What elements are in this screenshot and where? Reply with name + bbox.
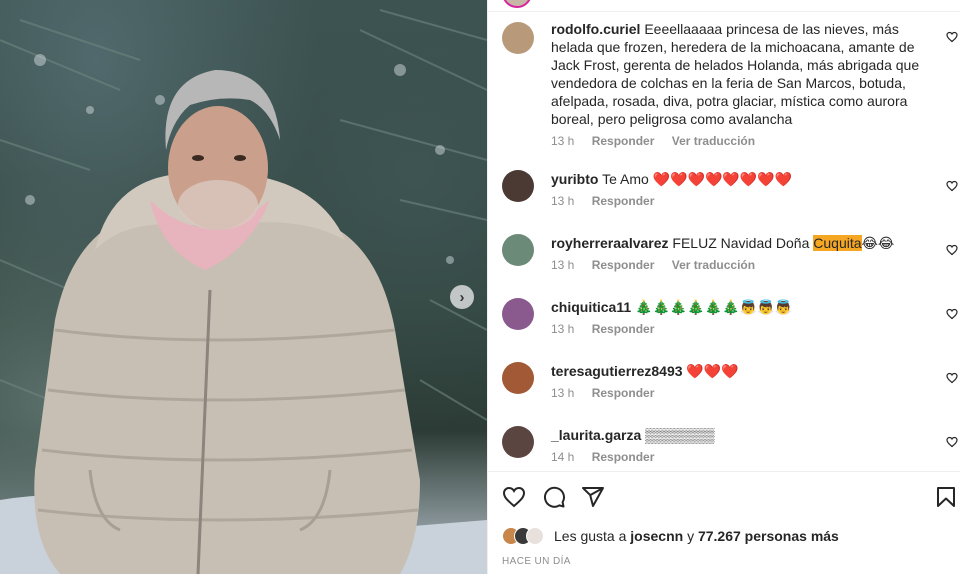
comment-username[interactable]: rodolfo.curiel xyxy=(551,21,640,37)
comment-text: Te Amo ❤️❤️❤️❤️❤️❤️❤️❤️ xyxy=(602,171,793,187)
heart-icon[interactable] xyxy=(946,372,958,384)
avatar[interactable] xyxy=(502,298,534,330)
comment-text-after: 😂😂 xyxy=(861,235,895,251)
chevron-right-icon: › xyxy=(459,288,465,306)
heart-icon[interactable] xyxy=(946,436,958,448)
avatar[interactable] xyxy=(502,426,534,458)
comment-text: ❤️❤️❤️ xyxy=(686,363,739,379)
avatar[interactable] xyxy=(502,22,534,54)
highlighted-text: Cuquita xyxy=(813,235,862,251)
avatar[interactable] xyxy=(502,234,534,266)
likes-summary[interactable]: Les gusta a josecnn y 77.267 personas má… xyxy=(502,524,839,548)
post-actions: Les gusta a josecnn y 77.267 personas má… xyxy=(488,471,960,574)
likes-count[interactable]: 77.267 personas más xyxy=(698,528,839,544)
comment-time: 13 h xyxy=(551,386,575,400)
comment-text: ▒▒▒▒▒▒▒ xyxy=(645,427,715,443)
avatar[interactable] xyxy=(502,362,534,394)
comment-body: royherreraalvarez FELUZ Navidad Doña Cuq… xyxy=(551,234,931,272)
heart-icon[interactable] xyxy=(946,180,958,192)
reply-button[interactable]: Responder xyxy=(592,386,655,400)
comment-username[interactable]: royherreraalvarez xyxy=(551,235,669,251)
liked-by-user[interactable]: josecnn xyxy=(630,528,683,544)
comment-body: rodolfo.curiel Eeeellaaaaa princesa de l… xyxy=(551,20,931,148)
comments-panel: rodolfo.curiel Eeeellaaaaa princesa de l… xyxy=(487,0,960,574)
heart-icon[interactable] xyxy=(946,308,958,320)
photo-illustration xyxy=(0,9,487,574)
comment-meta: 13 h Responder xyxy=(551,386,931,400)
comment-body: _laurita.garza ▒▒▒▒▒▒▒ 14 h Responder xyxy=(551,426,931,464)
comment-time: 13 h xyxy=(551,322,575,336)
reply-button[interactable]: Responder xyxy=(592,322,655,336)
comment-icon[interactable] xyxy=(542,485,566,509)
author-avatar[interactable] xyxy=(502,0,532,8)
translate-button[interactable]: Ver traducción xyxy=(672,134,755,148)
post-header-strip xyxy=(488,0,960,12)
avatar xyxy=(526,527,544,545)
comment-body: chiquitica11 🎄🎄🎄🎄🎄🎄👼👼👼 13 h Responder xyxy=(551,298,931,336)
heart-icon[interactable] xyxy=(502,485,526,509)
comment-meta: 13 h Responder xyxy=(551,322,931,336)
share-icon[interactable] xyxy=(581,485,605,509)
translate-button[interactable]: Ver traducción xyxy=(672,258,755,272)
heart-icon[interactable] xyxy=(946,31,958,43)
likes-text: Les gusta a josecnn y 77.267 personas má… xyxy=(554,528,839,544)
heart-icon[interactable] xyxy=(946,244,958,256)
bookmark-icon[interactable] xyxy=(934,485,958,509)
reply-button[interactable]: Responder xyxy=(592,134,655,148)
comment-body: yuribto Te Amo ❤️❤️❤️❤️❤️❤️❤️❤️ 13 h Res… xyxy=(551,170,931,208)
comment-username[interactable]: teresagutierrez8493 xyxy=(551,363,683,379)
comment-username[interactable]: _laurita.garza xyxy=(551,427,641,443)
comment-username[interactable]: yuribto xyxy=(551,171,598,187)
comment-time: 13 h xyxy=(551,194,575,208)
reply-button[interactable]: Responder xyxy=(592,194,655,208)
post-timestamp[interactable]: HACE UN DÍA xyxy=(502,556,571,567)
comment-list[interactable]: rodolfo.curiel Eeeellaaaaa princesa de l… xyxy=(488,14,960,470)
comment-body: teresagutierrez8493 ❤️❤️❤️ 13 h Responde… xyxy=(551,362,931,400)
comment-username[interactable]: chiquitica11 xyxy=(551,299,631,315)
carousel-next-button[interactable]: › xyxy=(450,285,474,309)
comment-meta: 13 h Responder xyxy=(551,194,931,208)
comment-text: 🎄🎄🎄🎄🎄🎄👼👼👼 xyxy=(635,299,792,315)
comment-meta: 13 h Responder Ver traducción xyxy=(551,258,931,272)
comment-time: 13 h xyxy=(551,134,575,148)
comment-meta: 14 h Responder xyxy=(551,450,931,464)
likes-prefix: Les gusta a xyxy=(554,528,631,544)
likes-connector: y xyxy=(683,528,698,544)
reply-button[interactable]: Responder xyxy=(592,258,655,272)
avatar[interactable] xyxy=(502,170,534,202)
comment-time: 13 h xyxy=(551,258,575,272)
reply-button[interactable]: Responder xyxy=(592,450,655,464)
post-photo[interactable]: › xyxy=(0,0,487,574)
comment-meta: 13 h Responder Ver traducción xyxy=(551,134,931,148)
comment-time: 14 h xyxy=(551,450,575,464)
comment-text-before: FELUZ Navidad Doña xyxy=(672,235,814,251)
